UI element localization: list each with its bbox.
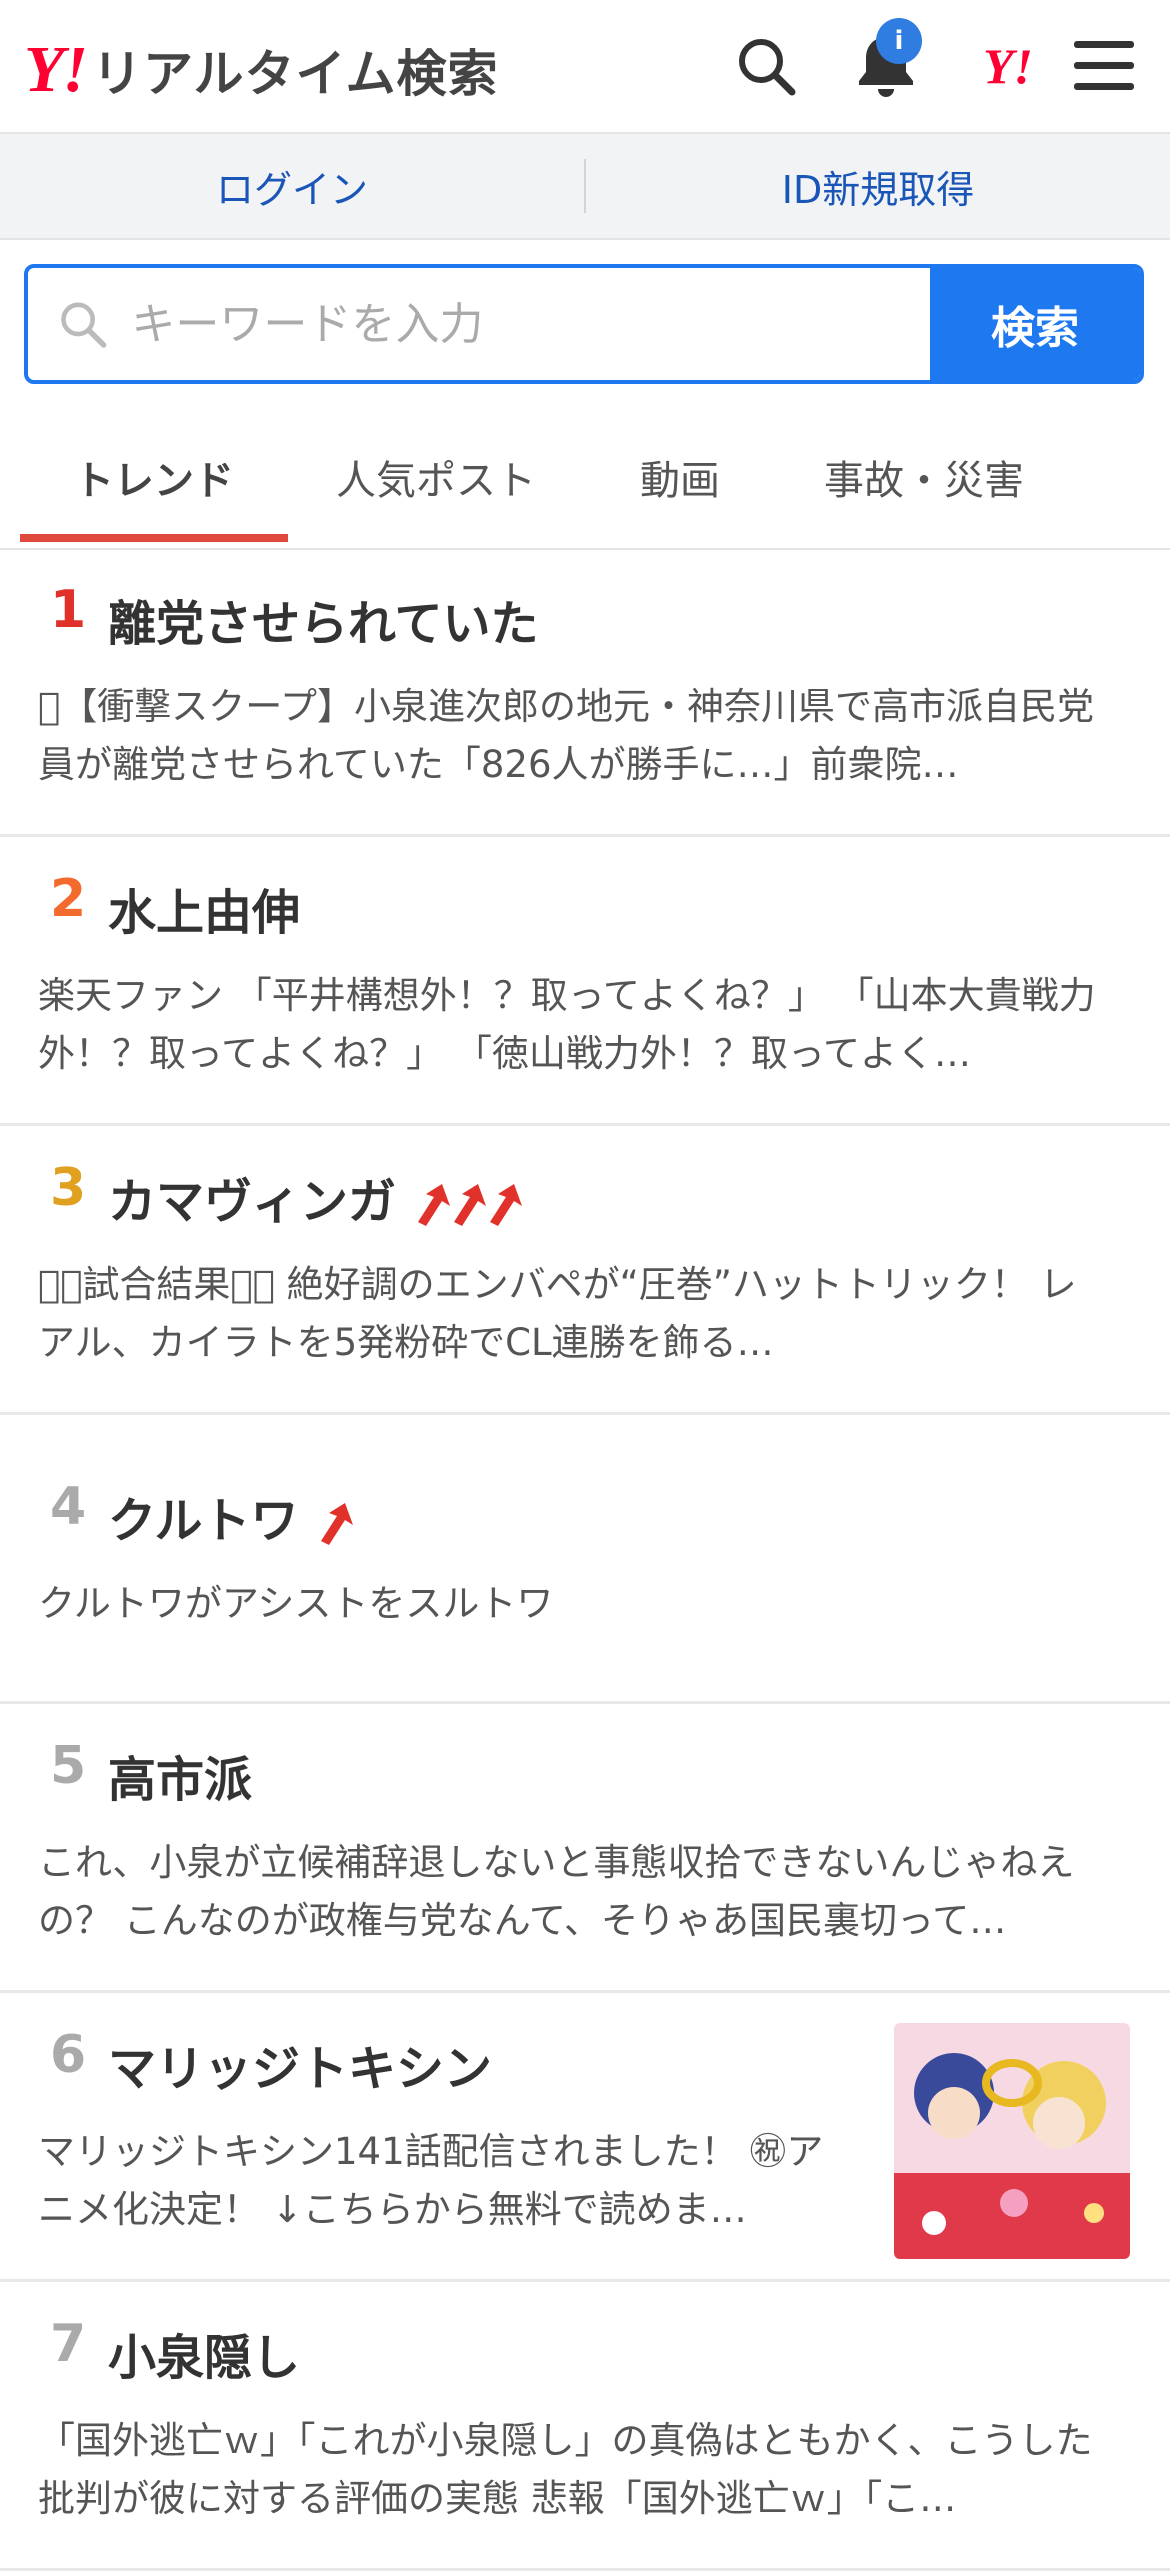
trend-title: 水上由伸 xyxy=(108,885,301,941)
login-bar: ログイン ID新規取得 xyxy=(0,134,1170,240)
tab-accidents-disasters[interactable]: 事故・災害 xyxy=(824,448,1024,506)
yahoo-japan-icon[interactable]: Y! xyxy=(968,28,1048,104)
trend-description: マリッジトキシン141話配信されました！ ㊗アニメ化決定！ ↓こちらから無料で読… xyxy=(38,2130,824,2231)
tab-popular-posts[interactable]: 人気ポスト xyxy=(336,448,536,506)
rank-number: 7 xyxy=(50,2314,87,2374)
rank-number: 4 xyxy=(50,1477,87,1537)
trend-description: 􀀀【衝撃スクープ】小泉進次郎の地元・神奈川県で高市派自民党員が離党させられていた… xyxy=(38,685,1094,786)
trend-description: 􀀀􀀀試合結果􀀀􀀀 絶好調のエンバペが“圧巻”ハットトリック！ レアル、カイラトを… xyxy=(38,1263,1077,1364)
yahoo-realtime-logo[interactable]: Y! リアルタイム検索 xyxy=(24,34,499,106)
trend-item[interactable]: 2 水上由伸 楽天ファン 「平井構想外！？取ってよくね？」 「山本大貴戦力外！？… xyxy=(0,837,1170,1126)
trend-title: 離党させられていた xyxy=(108,596,539,652)
trend-title: 高市派 xyxy=(108,1752,253,1808)
search-button[interactable]: 検索 xyxy=(930,268,1140,380)
trend-description: これ、小泉が立候補辞退しないと事態収拾できないんじゃねえの？ こんなのが政権与党… xyxy=(38,1841,1075,1942)
trend-description: 「国外逃亡ｗ」「これが小泉隠し」の真偽はともかく、こうした批判が彼に対する評価の… xyxy=(38,2419,1093,2520)
trend-title: 小泉隠し xyxy=(108,2330,301,2386)
trend-item[interactable]: 1 離党させられていた 􀀀【衝撃スクープ】小泉進次郎の地元・神奈川県で高市派自民… xyxy=(0,548,1170,837)
rank-number: 5 xyxy=(50,1736,87,1796)
active-tab-indicator xyxy=(20,534,288,542)
trend-item[interactable]: 7 小泉隠し 「国外逃亡ｗ」「これが小泉隠し」の真偽はともかく、こうした批判が彼… xyxy=(0,2282,1170,2571)
search-box: 検索 xyxy=(24,264,1144,384)
trending-up-icon xyxy=(454,1184,487,1226)
trend-item[interactable]: 5 高市派 これ、小泉が立候補辞退しないと事態収拾できないんじゃねえの？ こんな… xyxy=(0,1704,1170,1993)
tab-trend[interactable]: トレンド xyxy=(74,448,234,506)
trend-arrows xyxy=(412,1182,523,1228)
search-field[interactable] xyxy=(28,268,930,380)
notification-badge: i xyxy=(876,18,922,64)
trending-up-icon xyxy=(490,1184,523,1226)
trend-description: クルトワがアシストをスルトワ xyxy=(38,1582,554,1625)
trend-title-row: クルトワ xyxy=(108,1481,353,1551)
trend-list: 1 離党させられていた 􀀀【衝撃スクープ】小泉進次郎の地元・神奈川県で高市派自民… xyxy=(0,548,1170,2571)
signup-link[interactable]: ID新規取得 xyxy=(586,159,1170,214)
trend-thumbnail[interactable] xyxy=(894,2023,1130,2259)
trend-title: カマヴィンガ xyxy=(108,1174,397,1230)
logo-mark: Y! xyxy=(24,33,88,106)
trend-item[interactable]: 4 クルトワ クルトワがアシストをスルトワ xyxy=(0,1415,1170,1704)
trending-up-icon xyxy=(320,1503,353,1545)
rank-number: 1 xyxy=(50,580,87,640)
trending-up-icon xyxy=(418,1184,451,1226)
trend-description: 楽天ファン 「平井構想外！？取ってよくね？」 「山本大貴戦力外！？取ってよくね？… xyxy=(38,974,1096,1075)
trend-title-row: カマヴィンガ xyxy=(108,1162,523,1232)
trend-title: マリッジトキシン xyxy=(108,2041,493,2097)
logo-text: リアルタイム検索 xyxy=(92,45,499,103)
rank-number: 3 xyxy=(50,1158,87,1218)
bell-icon[interactable]: i xyxy=(848,18,924,104)
yahoo-mark: Y! xyxy=(983,38,1033,94)
menu-icon[interactable] xyxy=(1066,28,1142,104)
trend-item[interactable]: 3 カマヴィンガ 􀀀􀀀試合結果􀀀􀀀 絶好調のエンバペが“圧巻”ハットトリック！ … xyxy=(0,1126,1170,1415)
search-icon[interactable] xyxy=(728,28,804,104)
tab-bar: トレンド 人気ポスト 動画 事故・災害 xyxy=(0,408,1170,550)
login-link[interactable]: ログイン xyxy=(0,159,584,214)
app-header: Y! リアルタイム検索 i Y! xyxy=(0,0,1170,134)
trend-title: クルトワ xyxy=(108,1493,299,1549)
rank-number: 6 xyxy=(50,2025,87,2085)
rank-number: 2 xyxy=(50,869,87,929)
search-input[interactable] xyxy=(129,297,930,351)
tab-videos[interactable]: 動画 xyxy=(640,448,720,506)
trend-item[interactable]: 6 マリッジトキシン マリッジトキシン141話配信されました！ ㊗アニメ化決定！… xyxy=(0,1993,1170,2282)
search-icon xyxy=(61,302,107,348)
trend-arrows xyxy=(315,1501,353,1547)
